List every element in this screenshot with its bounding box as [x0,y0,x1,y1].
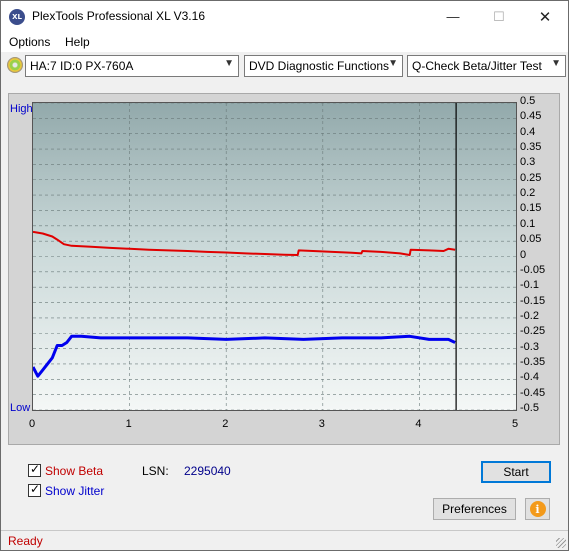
checkmark-icon: ✓ [30,462,41,476]
lsn-label: LSN: [142,464,169,478]
test-select[interactable]: Q-Check Beta/Jitter Test ▼ [407,55,566,77]
show-jitter-checkbox[interactable]: ✓ [28,482,41,497]
function-select-value: DVD Diagnostic Functions [249,59,390,73]
info-button[interactable]: i [525,498,550,520]
y-tick-label: -0.5 [520,402,539,414]
x-tick-label: 0 [29,418,36,430]
show-beta-checkbox[interactable]: ✓ [28,462,41,477]
drive-select-value: HA:7 ID:0 PX-760A [30,59,134,73]
y-tick-label: 0.4 [520,125,536,138]
beta-series-line [32,230,456,256]
menu-bar: Options Help [1,32,568,52]
beta-jitter-chart [31,102,516,411]
chevron-down-icon: ▼ [224,58,234,69]
menu-options[interactable]: Options [9,35,50,49]
chevron-down-icon: ▼ [388,58,398,69]
show-jitter-label[interactable]: Show Jitter [45,484,104,498]
plot-area [31,102,517,411]
high-label: High [10,103,33,115]
y-tick-label: 0.25 [520,171,542,184]
status-text: Ready [8,534,43,548]
menu-help[interactable]: Help [65,35,90,49]
drive-select[interactable]: HA:7 ID:0 PX-760A ▼ [25,55,239,77]
jitter-series-line [31,334,456,378]
preferences-button[interactable]: Preferences [433,498,516,520]
lsn-value: 2295040 [184,464,231,478]
x-tick-label: 4 [415,418,422,430]
show-beta-label[interactable]: Show Beta [45,464,103,478]
function-select[interactable]: DVD Diagnostic Functions ▼ [244,55,403,77]
x-tick-label: 5 [512,418,519,430]
y-tick-label: 0.2 [520,187,536,200]
close-button[interactable]: ✕ [522,1,568,32]
start-button[interactable]: Start [481,461,551,483]
y-tick-label: 0.5 [520,95,536,107]
y-tick-label: -0.05 [520,263,546,276]
resize-grip-icon[interactable] [556,538,566,548]
minimize-button[interactable]: — [430,1,476,32]
test-select-value: Q-Check Beta/Jitter Test [412,59,542,73]
x-tick-label: 2 [222,418,229,430]
window-title: PlexTools Professional XL V3.16 [32,9,205,23]
plextools-app-icon: XL [9,9,25,25]
chevron-down-icon: ▼ [551,58,561,69]
x-tick-label: 1 [125,418,132,430]
y-tick-label: -0.45 [520,386,546,399]
y-tick-label: 0.45 [520,110,542,123]
low-label: Low [10,402,31,414]
y-tick-label: -0.15 [520,294,546,307]
y-tick-label: -0.35 [520,355,546,368]
x-tick-label: 3 [318,418,325,430]
y-tick-label: 0.05 [520,233,542,246]
y-tick-label: 0.3 [520,156,536,169]
y-tick-label: 0.1 [520,217,536,230]
status-bar: Ready [1,530,568,550]
y-tick-label: 0.35 [520,141,542,154]
y-tick-label: -0.3 [520,340,539,353]
y-tick-label: -0.2 [520,309,539,322]
maximize-button[interactable]: ☐ [476,1,522,32]
y-tick-label: 0 [520,248,527,261]
y-tick-label: 0.15 [520,202,542,215]
chart-panel: High Low 0.5 0.45 0.4 0.35 0.3 0.25 0.2 0.15 0.1… [8,93,560,445]
disc-drive-icon [7,57,23,73]
y-tick-label: -0.4 [520,371,539,384]
info-icon: i [529,501,546,517]
y-tick-label: -0.25 [520,325,546,338]
main-window: XL PlexTools Professional XL V3.16 — ☐ ✕… [0,0,569,551]
title-bar: XL PlexTools Professional XL V3.16 — ☐ ✕ [1,1,568,32]
y-tick-label: -0.1 [520,279,539,292]
checkmark-icon: ✓ [30,482,41,496]
